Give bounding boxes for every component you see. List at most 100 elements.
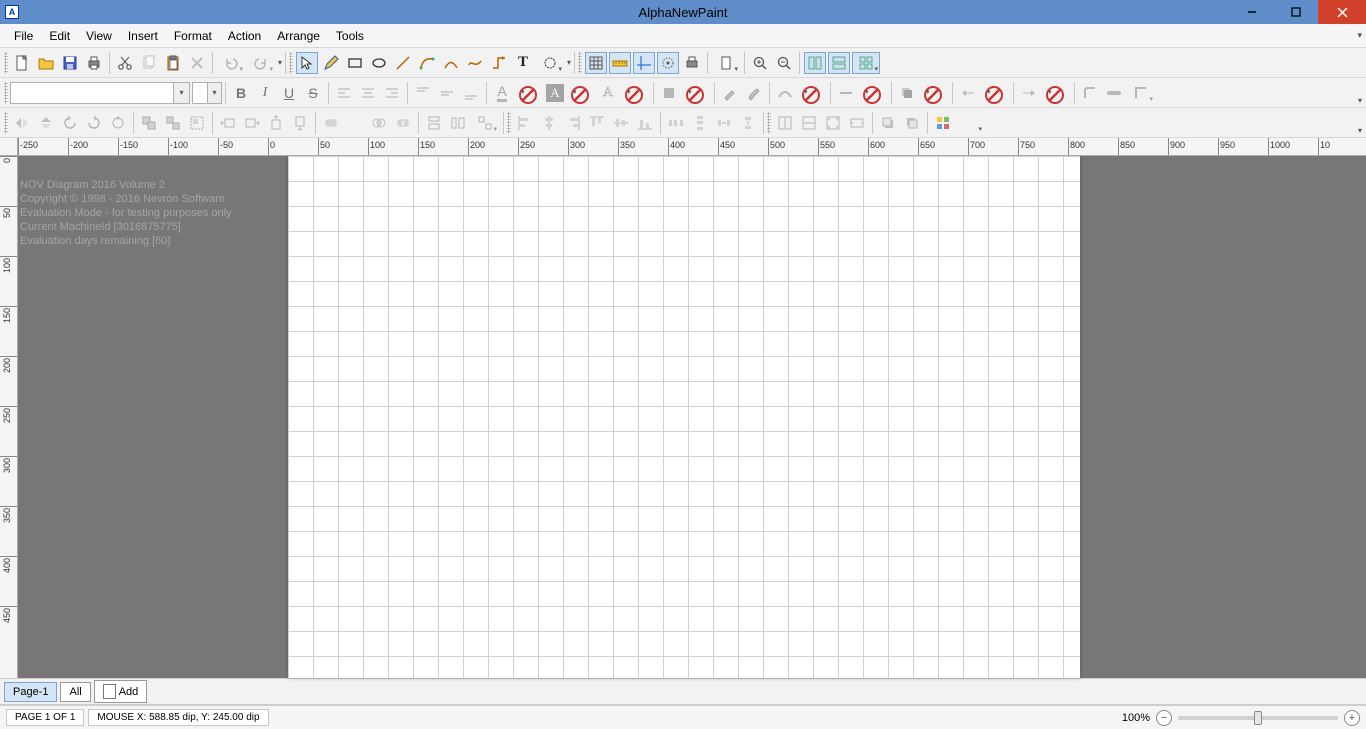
text-stroke-picker-icon[interactable]	[621, 82, 649, 104]
align-right-icon[interactable]	[381, 82, 403, 104]
shape-intersect-icon[interactable]	[368, 112, 390, 134]
page-tab-all[interactable]: All	[60, 682, 90, 702]
align-obj-bottom-icon[interactable]	[634, 112, 656, 134]
menu-tools[interactable]: Tools	[328, 26, 372, 46]
page-setup-icon[interactable]	[712, 52, 740, 74]
line-style-icon[interactable]	[835, 82, 857, 104]
new-file-icon[interactable]	[11, 52, 33, 74]
center-page-h-icon[interactable]	[774, 112, 796, 134]
underline-button[interactable]: U	[278, 82, 300, 104]
distribute-h-icon[interactable]	[665, 112, 687, 134]
maximize-button[interactable]	[1274, 0, 1318, 24]
print-icon[interactable]	[83, 52, 105, 74]
align-obj-middle-icon[interactable]	[610, 112, 632, 134]
arrow-end-picker-icon[interactable]	[1042, 82, 1070, 104]
valign-bottom-icon[interactable]	[460, 82, 482, 104]
shape-subtract-icon[interactable]	[344, 112, 366, 134]
ungroup-icon[interactable]	[162, 112, 184, 134]
save-icon[interactable]	[59, 52, 81, 74]
stroke-color-picker-icon[interactable]	[798, 82, 826, 104]
rulers-toggle-icon[interactable]	[609, 52, 631, 74]
line-tool-icon[interactable]	[392, 52, 414, 74]
shape-union-icon[interactable]	[320, 112, 342, 134]
vertical-ruler[interactable]: 050100150200250300350400450	[0, 156, 18, 678]
strikethrough-button[interactable]: S	[302, 82, 324, 104]
toolbar-grip[interactable]	[767, 112, 771, 134]
guides-toggle-icon[interactable]	[633, 52, 655, 74]
nudge-up-icon[interactable]	[265, 112, 287, 134]
pencil-tool-icon[interactable]	[320, 52, 342, 74]
toolbar-grip[interactable]	[578, 52, 582, 74]
toolbar-grip[interactable]	[289, 52, 293, 74]
text-stroke-icon[interactable]: A	[597, 82, 619, 104]
align-left-icon[interactable]	[333, 82, 355, 104]
toolbar-tools-overflow[interactable]: ▾	[567, 58, 571, 67]
corner-style-icon[interactable]	[1079, 82, 1101, 104]
ellipse-tool-icon[interactable]	[368, 52, 390, 74]
drawing-page[interactable]	[288, 156, 1080, 678]
arc-tool-icon[interactable]	[440, 52, 462, 74]
align-obj-center-icon[interactable]	[538, 112, 560, 134]
layout-mode-2-icon[interactable]	[828, 52, 850, 74]
zoom-in-button[interactable]: +	[1344, 710, 1360, 726]
page-tab-1[interactable]: Page-1	[4, 682, 57, 702]
layout-options-icon[interactable]	[932, 112, 954, 134]
minimize-button[interactable]	[1230, 0, 1274, 24]
delete-icon[interactable]	[186, 52, 208, 74]
menu-edit[interactable]: Edit	[41, 26, 78, 46]
zoom-in-icon[interactable]	[749, 52, 771, 74]
align-obj-top-icon[interactable]	[586, 112, 608, 134]
shape-fill-icon[interactable]	[658, 82, 680, 104]
group-icon[interactable]	[138, 112, 160, 134]
text-fill-picker-icon[interactable]	[515, 82, 543, 104]
bring-front-icon[interactable]	[877, 112, 899, 134]
close-button[interactable]	[1318, 0, 1366, 24]
nudge-right-icon[interactable]	[241, 112, 263, 134]
same-size-icon[interactable]	[471, 112, 499, 134]
toolbar-grip[interactable]	[4, 112, 8, 134]
toolbar2-overflow[interactable]: ▾	[1358, 96, 1362, 105]
toolbar-grip[interactable]	[507, 112, 511, 134]
align-obj-left-icon[interactable]	[514, 112, 536, 134]
zoom-slider-thumb[interactable]	[1254, 711, 1262, 725]
zoom-out-icon[interactable]	[773, 52, 795, 74]
same-width-icon[interactable]	[423, 112, 445, 134]
canvas[interactable]: NOV Diagram 2016 Volume 2 Copyright © 19…	[18, 156, 1366, 678]
flip-vertical-icon[interactable]	[35, 112, 57, 134]
arrow-start-icon[interactable]	[957, 82, 979, 104]
valign-middle-icon[interactable]	[436, 82, 458, 104]
shape-xor-icon[interactable]	[392, 112, 414, 134]
toolbar1-overflow[interactable]: ▾	[278, 58, 282, 67]
zoom-out-button[interactable]: −	[1156, 710, 1172, 726]
align-obj-right-icon[interactable]	[562, 112, 584, 134]
grid-toggle-icon[interactable]	[585, 52, 607, 74]
nudge-down-icon[interactable]	[289, 112, 311, 134]
cut-icon[interactable]	[114, 52, 136, 74]
snap-toggle-icon[interactable]	[657, 52, 679, 74]
layout-mode-3-icon[interactable]	[852, 52, 880, 74]
italic-button[interactable]: I	[254, 82, 276, 104]
zoom-slider[interactable]	[1178, 716, 1338, 720]
menu-action[interactable]: Action	[220, 26, 269, 46]
fit-width-icon[interactable]	[846, 112, 868, 134]
menu-format[interactable]: Format	[166, 26, 220, 46]
corner-picker-icon[interactable]	[1127, 82, 1155, 104]
layout-options-drop-icon[interactable]	[956, 112, 984, 134]
toolbar-grip[interactable]	[4, 52, 8, 74]
bold-button[interactable]: B	[230, 82, 252, 104]
same-height-icon[interactable]	[447, 112, 469, 134]
arrow-end-icon[interactable]	[1018, 82, 1040, 104]
text-back-picker-icon[interactable]	[567, 82, 595, 104]
rotate-free-icon[interactable]	[107, 112, 129, 134]
space-v-icon[interactable]	[737, 112, 759, 134]
menu-overflow-icon[interactable]: ▾	[1357, 30, 1362, 41]
bezier-tool-icon[interactable]	[416, 52, 438, 74]
rectangle-tool-icon[interactable]	[344, 52, 366, 74]
horizontal-ruler[interactable]: -250-200-150-100-50050100150200250300350…	[18, 138, 1366, 156]
rotate-right-icon[interactable]	[83, 112, 105, 134]
font-size-combo[interactable]: ▾	[192, 82, 222, 104]
menu-view[interactable]: View	[78, 26, 120, 46]
rotate-left-icon[interactable]	[59, 112, 81, 134]
layout-mode-1-icon[interactable]	[804, 52, 826, 74]
send-back-icon[interactable]	[901, 112, 923, 134]
